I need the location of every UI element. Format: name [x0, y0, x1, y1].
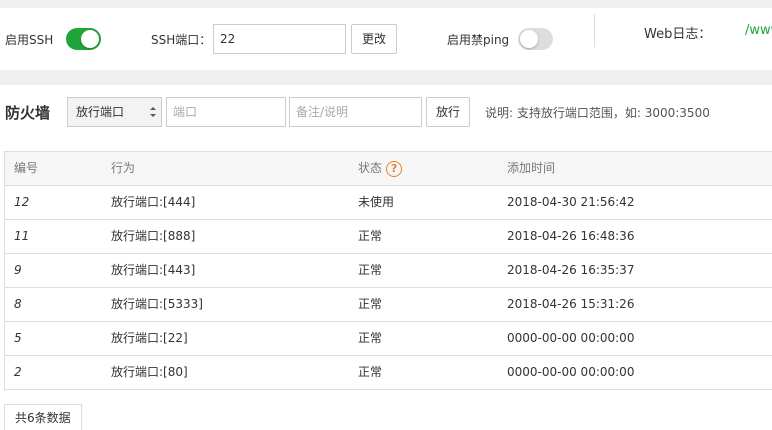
- row-action: 放行端口:[22]: [111, 331, 188, 345]
- table-row: 9 放行端口:[443] 正常 2018-04-26 16:35:37: [5, 254, 772, 288]
- row-status: 未使用: [358, 195, 395, 209]
- row-id: 5: [14, 331, 22, 345]
- ssh-enable-label: 启用SSH: [5, 33, 54, 47]
- row-action: 放行端口:[444]: [111, 195, 196, 209]
- header-status: 状态?: [358, 152, 403, 185]
- ssh-port-label: SSH端口：: [151, 33, 212, 47]
- top-gap: [0, 0, 772, 8]
- firewall-hint: 说明: 支持放行端口范围，如: 3000:3500: [485, 106, 710, 120]
- row-time: 2018-04-26 16:48:36: [507, 229, 635, 243]
- table-row: 5 放行端口:[22] 正常 0000-00-00 00:00:00: [5, 322, 772, 356]
- pagination-total: 共6条数据: [4, 404, 82, 430]
- row-time: 2018-04-30 21:56:42: [507, 195, 635, 209]
- firewall-title: 防火墙: [5, 104, 51, 122]
- table-header: 编号 行为 状态? 添加时间: [5, 152, 772, 186]
- ssh-toggle-knob: [81, 30, 99, 48]
- help-icon[interactable]: ?: [386, 160, 403, 177]
- header-action: 行为: [111, 161, 136, 175]
- table-row: 11 放行端口:[888] 正常 2018-04-26 16:48:36: [5, 220, 772, 254]
- header-time: 添加时间: [507, 161, 556, 175]
- row-time: 2018-04-26 15:31:26: [507, 297, 635, 311]
- firewall-type-value: 放行端口: [76, 105, 125, 119]
- table-row: 8 放行端口:[5333] 正常 2018-04-26 15:31:26: [5, 288, 772, 322]
- row-action: 放行端口:[888]: [111, 229, 196, 243]
- row-time: 0000-00-00 00:00:00: [507, 365, 635, 379]
- table-row: 2 放行端口:[80] 正常 0000-00-00 00:00:00: [5, 356, 772, 390]
- ping-disable-label: 启用禁ping: [447, 33, 510, 47]
- row-id: 9: [14, 263, 22, 277]
- allow-port-button[interactable]: 放行: [426, 97, 470, 127]
- row-action: 放行端口:[443]: [111, 263, 196, 277]
- row-time: 0000-00-00 00:00:00: [507, 331, 635, 345]
- ping-toggle-knob: [520, 30, 538, 48]
- row-time: 2018-04-26 16:35:37: [507, 263, 635, 277]
- row-action: 放行端口:[80]: [111, 365, 188, 379]
- toolbar-divider: [594, 14, 595, 47]
- weblog-path-link[interactable]: /www: [745, 23, 772, 38]
- firewall-note-input[interactable]: [289, 97, 422, 127]
- firewall-table: 编号 行为 状态? 添加时间 12 放行端口:[444] 未使用 2018-04…: [4, 151, 772, 390]
- row-status: 正常: [358, 297, 383, 311]
- firewall-port-input[interactable]: [166, 97, 286, 127]
- row-id: 8: [14, 297, 22, 311]
- header-id: 编号: [14, 161, 39, 175]
- row-id: 12: [14, 195, 30, 209]
- ssh-port-input[interactable]: [213, 24, 346, 54]
- ping-toggle[interactable]: [518, 28, 553, 50]
- firewall-type-select[interactable]: 放行端口: [67, 97, 162, 127]
- row-id: 11: [14, 229, 30, 243]
- row-status: 正常: [358, 229, 383, 243]
- updown-caret-icon: [150, 107, 156, 117]
- row-status: 正常: [358, 365, 383, 379]
- table-row: 12 放行端口:[444] 未使用 2018-04-30 21:56:42: [5, 186, 772, 220]
- change-port-button[interactable]: 更改: [351, 24, 397, 54]
- row-id: 2: [14, 365, 22, 379]
- row-action: 放行端口:[5333]: [111, 297, 203, 311]
- row-status: 正常: [358, 331, 383, 345]
- row-status: 正常: [358, 263, 383, 277]
- weblog-label: Web日志：: [644, 27, 712, 42]
- ssh-toggle[interactable]: [66, 28, 101, 50]
- header-status-label: 状态: [358, 161, 383, 175]
